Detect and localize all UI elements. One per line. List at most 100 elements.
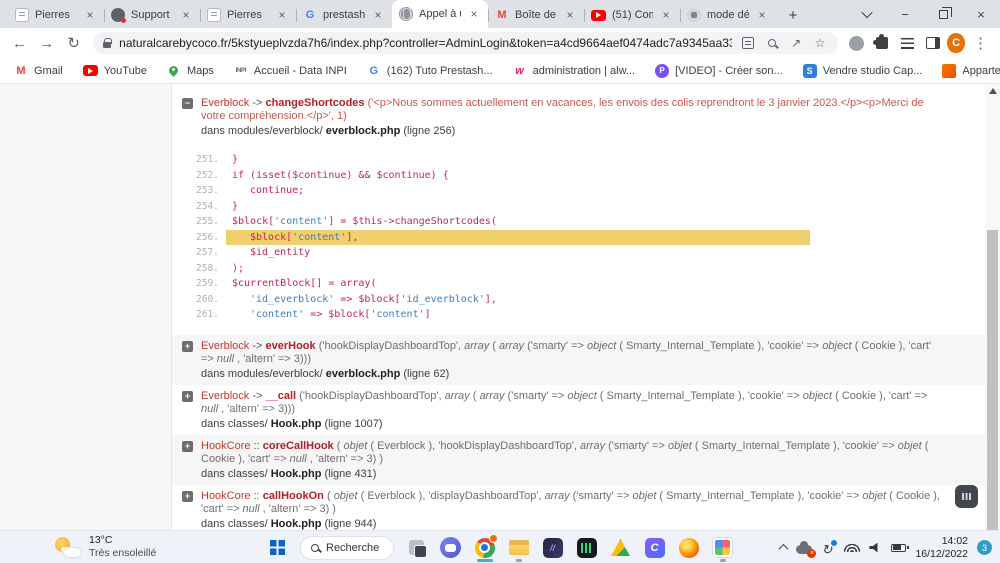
tab-search-button[interactable] xyxy=(848,0,886,28)
chat-button[interactable] xyxy=(435,533,466,562)
bookmark-item[interactable]: [VIDEO] - Créer son... xyxy=(655,64,783,78)
file-explorer-button[interactable] xyxy=(503,533,534,562)
task-view-button[interactable] xyxy=(401,533,432,562)
bookmark-item[interactable]: administration | alw... xyxy=(513,64,636,78)
expand-icon[interactable]: + xyxy=(182,341,193,352)
bookmark-star-icon[interactable]: ☆ xyxy=(812,35,828,51)
code-text: } xyxy=(226,152,810,168)
clipchamp-button[interactable] xyxy=(639,533,670,562)
battery-icon[interactable] xyxy=(891,544,906,552)
taskbar: 13°C Très ensoleillé Recherche 14:02 16/… xyxy=(0,530,1000,563)
tab-close-icon[interactable]: × xyxy=(371,8,385,22)
gmail-favicon-icon xyxy=(495,8,509,22)
scroll-up-arrow[interactable] xyxy=(989,88,997,94)
adblock-extension-icon[interactable] xyxy=(846,31,867,55)
browser-tab[interactable]: Support Pre× xyxy=(104,2,200,28)
share-icon[interactable]: ↗ xyxy=(788,35,804,51)
clock-date: 16/12/2022 xyxy=(915,548,968,561)
volume-icon[interactable] xyxy=(869,543,882,553)
url-text[interactable]: naturalcarebycoco.fr/5kstyueplvzda7h6/in… xyxy=(119,36,732,50)
notification-badge[interactable]: 3 xyxy=(977,540,992,555)
taskbar-search[interactable]: Recherche xyxy=(300,536,394,560)
bookmark-item[interactable]: Gmail xyxy=(14,64,63,78)
tab-close-icon[interactable]: × xyxy=(755,8,769,22)
bookmark-item[interactable]: Maps xyxy=(167,64,214,78)
scrollbar[interactable] xyxy=(985,84,1000,530)
tab-close-icon[interactable]: × xyxy=(563,8,577,22)
bookmark-item[interactable]: Appartement 1 pièc... xyxy=(942,64,1000,78)
bookmark-item[interactable]: Accueil - Data INPI xyxy=(234,64,347,78)
bookmark-item[interactable]: YouTube xyxy=(83,65,147,77)
google-drive-button[interactable] xyxy=(605,533,636,562)
tab-close-icon[interactable]: × xyxy=(467,7,481,21)
photos-button[interactable] xyxy=(707,533,738,562)
bookmark-label: [VIDEO] - Créer son... xyxy=(675,65,783,77)
tab-close-icon[interactable]: × xyxy=(179,8,193,22)
code-token: ], xyxy=(346,232,358,243)
clock[interactable]: 14:02 16/12/2022 xyxy=(915,535,968,560)
collapse-icon[interactable]: − xyxy=(182,98,193,109)
bookmark-label: (162) Tuto Prestash... xyxy=(387,65,493,77)
sync-icon[interactable] xyxy=(821,541,835,555)
app-m-button[interactable] xyxy=(537,533,568,562)
chrome-taskbar-button[interactable] xyxy=(469,533,500,562)
menu-icon[interactable]: ⋮ xyxy=(969,30,992,56)
code-line: 253. continue; xyxy=(172,183,810,199)
inpi-icon xyxy=(234,64,248,78)
address-bar[interactable]: naturalcarebycoco.fr/5kstyueplvzda7h6/in… xyxy=(93,32,838,54)
app-open-indicator xyxy=(477,559,493,562)
line-number: 253. xyxy=(172,185,226,196)
expand-icon[interactable]: + xyxy=(182,391,193,402)
line-number: 256. xyxy=(172,232,226,243)
code-token: if (isset($continue) && $continue) { xyxy=(232,170,449,181)
zoom-icon[interactable] xyxy=(764,35,780,51)
weather-widget[interactable]: 13°C Très ensoleillé xyxy=(55,534,156,559)
browser-tab[interactable]: Appel à un× xyxy=(392,0,488,28)
side-panel-icon[interactable] xyxy=(922,31,943,55)
browser-tab[interactable]: Pierres× xyxy=(8,2,104,28)
audio-app-button[interactable] xyxy=(571,533,602,562)
reading-list-icon[interactable] xyxy=(897,31,918,55)
youtube-favicon-icon xyxy=(591,10,606,21)
translate-icon[interactable] xyxy=(740,35,756,51)
source-file: Hook.php xyxy=(271,518,322,530)
profile-avatar[interactable]: C xyxy=(947,33,965,53)
tray-chevron-icon[interactable] xyxy=(779,544,789,554)
scrollbar-thumb[interactable] xyxy=(987,230,998,530)
onedrive-error-icon[interactable] xyxy=(796,545,812,554)
bookmark-label: Gmail xyxy=(34,65,63,77)
code-token: continue; xyxy=(250,185,304,196)
browser-tab[interactable]: Boîte de réc× xyxy=(488,2,584,28)
bookmark-item[interactable]: Vendre studio Cap... xyxy=(803,64,923,78)
source-file: Hook.php xyxy=(271,468,322,480)
profiler-button[interactable] xyxy=(955,485,978,508)
browser-tab[interactable]: (51) Comm× xyxy=(584,2,680,28)
extensions-puzzle-icon[interactable] xyxy=(871,31,892,55)
close-window-button[interactable]: × xyxy=(962,0,1000,28)
browser-tab[interactable]: prestashop× xyxy=(296,2,392,28)
stack-frame-header: +HookCore :: coreCallHook ( objet ( Ever… xyxy=(182,440,945,466)
start-button[interactable] xyxy=(262,533,293,562)
new-tab-button[interactable]: + xyxy=(780,2,806,28)
line-number: 251. xyxy=(172,154,226,165)
reload-button[interactable]: ↻ xyxy=(62,30,85,56)
bookmark-item[interactable]: (162) Tuto Prestash... xyxy=(367,64,493,78)
tab-close-icon[interactable]: × xyxy=(659,8,673,22)
line-number: 257. xyxy=(172,247,226,258)
code-text: $currentBlock[] = array( xyxy=(226,276,810,292)
expand-icon[interactable]: + xyxy=(182,441,193,452)
call-arguments: ('hookDisplayDashboardTop', array ( arra… xyxy=(201,390,927,415)
browser-tab[interactable]: mode débo× xyxy=(680,2,776,28)
lock-icon[interactable] xyxy=(103,42,111,48)
browser-tab[interactable]: Pierres× xyxy=(200,2,296,28)
debug-trace-content: −Everblock -> changeShortcodes ('<p>Nous… xyxy=(172,84,985,530)
restore-button[interactable] xyxy=(924,0,962,28)
tab-close-icon[interactable]: × xyxy=(83,8,97,22)
forward-button[interactable]: → xyxy=(35,30,58,56)
back-button[interactable]: ← xyxy=(8,30,31,56)
tab-close-icon[interactable]: × xyxy=(275,8,289,22)
firefox-button[interactable] xyxy=(673,533,704,562)
minimize-button[interactable]: − xyxy=(886,0,924,28)
wifi-icon[interactable] xyxy=(844,543,860,552)
expand-icon[interactable]: + xyxy=(182,491,193,502)
